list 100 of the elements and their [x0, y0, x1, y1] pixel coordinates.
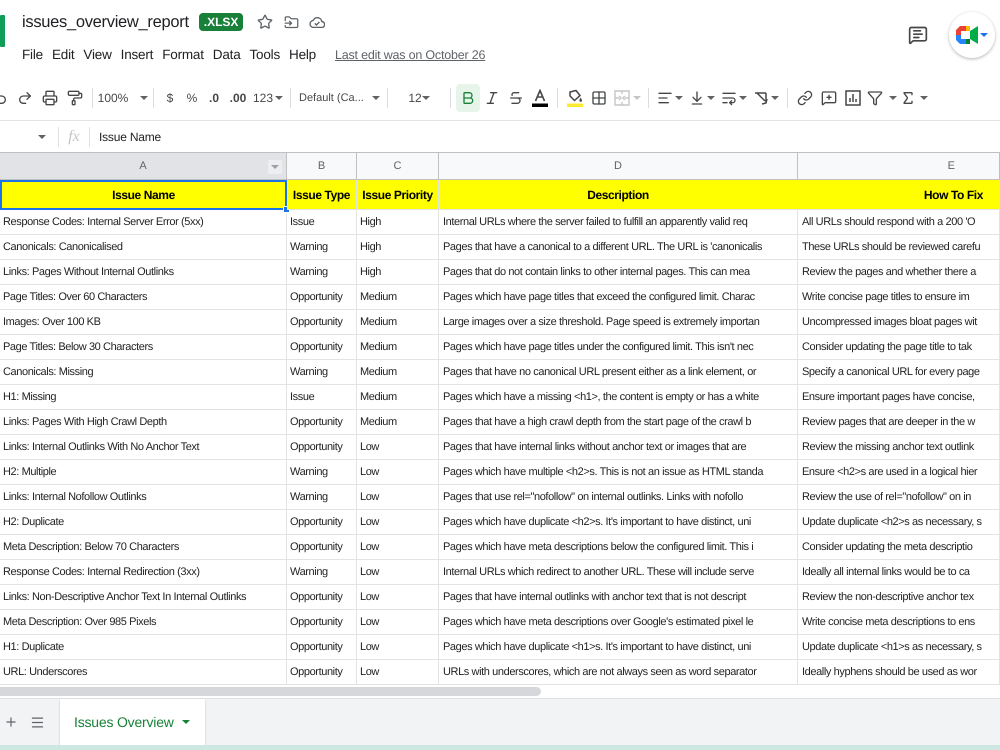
- table-cell[interactable]: Links: Pages Without Internal Outlinks: [0, 260, 287, 285]
- table-cell[interactable]: Links: Non-Descriptive Anchor Text In Internal Outlinks: [0, 585, 287, 610]
- menu-item[interactable]: Data: [212, 44, 240, 66]
- document-title[interactable]: issues_overview_report: [22, 10, 189, 34]
- font-dropdown[interactable]: Default (Ca...: [296, 84, 382, 112]
- decrease-decimal-button[interactable]: .0: [203, 84, 225, 112]
- increase-decimal-button[interactable]: .00: [225, 84, 251, 112]
- menu-item[interactable]: Format: [162, 44, 204, 66]
- table-cell[interactable]: Opportunity: [287, 585, 357, 610]
- table-cell[interactable]: Low: [357, 560, 439, 585]
- currency-button[interactable]: $: [159, 84, 181, 112]
- table-cell[interactable]: High: [357, 260, 439, 285]
- table-cell[interactable]: H2: Duplicate: [0, 510, 287, 535]
- table-cell[interactable]: Low: [357, 510, 439, 535]
- table-cell[interactable]: High: [357, 235, 439, 260]
- column-header[interactable]: C: [357, 153, 439, 180]
- table-cell[interactable]: Meta Description: Below 70 Characters: [0, 535, 287, 560]
- table-cell[interactable]: Pages that have no canonical URL present either as a link element, or: [439, 360, 798, 385]
- header-cell[interactable]: Description: [439, 180, 798, 210]
- menu-item[interactable]: View: [83, 44, 112, 66]
- table-cell[interactable]: Pages which have meta descriptions over Google's estimated pixel le: [439, 610, 798, 635]
- table-cell[interactable]: Pages which have duplicate <h2>s. It's important to have distinct, uni: [439, 510, 798, 535]
- number-format-dropdown[interactable]: 123: [251, 84, 285, 112]
- table-cell[interactable]: URLs with underscores, which are not always seen as word separator: [439, 660, 798, 685]
- header-cell[interactable]: Issue Name: [0, 180, 287, 210]
- table-cell[interactable]: Low: [357, 660, 439, 685]
- table-cell[interactable]: Internal URLs which redirect to another URL. These will include serve: [439, 560, 798, 585]
- table-cell[interactable]: Page Titles: Below 30 Characters: [0, 335, 287, 360]
- table-cell[interactable]: Opportunity: [287, 435, 357, 460]
- table-cell[interactable]: Pages which have duplicate <h1>s. It's important to have distinct, uni: [439, 635, 798, 660]
- table-cell[interactable]: Low: [357, 585, 439, 610]
- table-cell[interactable]: Pages that have a canonical to a different URL. The URL is 'canonicalis: [439, 235, 798, 260]
- table-cell[interactable]: Pages that have internal outlinks with anchor text that is not descript: [439, 585, 798, 610]
- table-cell[interactable]: Review the pages and whether there a: [798, 260, 1000, 285]
- menu-item[interactable]: Insert: [120, 44, 154, 66]
- zoom-dropdown[interactable]: 100%: [98, 84, 148, 112]
- table-cell[interactable]: Ensure important pages have concise,: [798, 385, 1000, 410]
- table-cell[interactable]: Warning: [287, 460, 357, 485]
- table-cell[interactable]: Meta Description: Over 985 Pixels: [0, 610, 287, 635]
- table-cell[interactable]: Internal URLs where the server failed to fulfill an apparently valid req: [439, 210, 798, 235]
- menu-item[interactable]: Tools: [250, 44, 280, 66]
- table-cell[interactable]: Low: [357, 460, 439, 485]
- table-cell[interactable]: H2: Multiple: [0, 460, 287, 485]
- table-cell[interactable]: Review the missing anchor text outlink: [798, 435, 1000, 460]
- table-cell[interactable]: Issue: [287, 385, 357, 410]
- table-cell[interactable]: Low: [357, 535, 439, 560]
- font-size-dropdown[interactable]: 12: [393, 84, 445, 112]
- table-cell[interactable]: Warning: [287, 485, 357, 510]
- table-cell[interactable]: Canonicals: Missing: [0, 360, 287, 385]
- table-cell[interactable]: High: [357, 210, 439, 235]
- table-cell[interactable]: Links: Internal Outlinks With No Anchor Text: [0, 435, 287, 460]
- table-cell[interactable]: Pages which have page titles that exceed the configured limit. Charac: [439, 285, 798, 310]
- table-cell[interactable]: Opportunity: [287, 660, 357, 685]
- table-cell[interactable]: H1: Duplicate: [0, 635, 287, 660]
- table-cell[interactable]: Pages that use rel="nofollow" on internal outlinks. Links with nofollo: [439, 485, 798, 510]
- table-cell[interactable]: Pages which have a missing <h1>, the content is empty or has a white: [439, 385, 798, 410]
- last-edit-link[interactable]: Last edit was on October 26: [334, 46, 486, 64]
- table-cell[interactable]: Review the non-descriptive anchor tex: [798, 585, 1000, 610]
- formula-input[interactable]: Issue Name: [90, 124, 1000, 148]
- table-cell[interactable]: Consider updating the meta descriptio: [798, 535, 1000, 560]
- table-cell[interactable]: Update duplicate <h1>s as necessary, s: [798, 635, 1000, 660]
- table-cell[interactable]: Review the use of rel="nofollow" on in: [798, 485, 1000, 510]
- table-cell[interactable]: Warning: [287, 260, 357, 285]
- video-call-button[interactable]: [949, 12, 995, 58]
- table-cell[interactable]: Pages which have multiple <h2>s. This is not an issue as HTML standa: [439, 460, 798, 485]
- table-cell[interactable]: Page Titles: Over 60 Characters: [0, 285, 287, 310]
- column-header[interactable]: D: [439, 153, 798, 180]
- table-cell[interactable]: Pages that do not contain links to other internal pages. This can mea: [439, 260, 798, 285]
- table-cell[interactable]: Ideally all internal links would be to ca: [798, 560, 1000, 585]
- table-cell[interactable]: Opportunity: [287, 335, 357, 360]
- table-cell[interactable]: Low: [357, 610, 439, 635]
- table-cell[interactable]: Opportunity: [287, 635, 357, 660]
- table-cell[interactable]: Medium: [357, 360, 439, 385]
- scrollbar-thumb[interactable]: [0, 687, 541, 696]
- table-cell[interactable]: Low: [357, 635, 439, 660]
- table-cell[interactable]: Pages which have meta descriptions below the configured limit. This i: [439, 535, 798, 560]
- table-cell[interactable]: Write concise meta descriptions to ens: [798, 610, 1000, 635]
- table-cell[interactable]: All URLs should respond with a 200 'O: [798, 210, 1000, 235]
- table-cell[interactable]: Opportunity: [287, 285, 357, 310]
- table-cell[interactable]: Warning: [287, 560, 357, 585]
- menu-item[interactable]: Edit: [52, 44, 74, 66]
- table-cell[interactable]: Opportunity: [287, 310, 357, 335]
- table-cell[interactable]: Medium: [357, 410, 439, 435]
- header-cell[interactable]: Issue Priority: [357, 180, 439, 210]
- table-cell[interactable]: Low: [357, 435, 439, 460]
- table-cell[interactable]: Medium: [357, 385, 439, 410]
- table-cell[interactable]: Ensure <h2>s are used in a logical hier: [798, 460, 1000, 485]
- bold-button[interactable]: [456, 84, 480, 112]
- table-cell[interactable]: Write concise page titles to ensure im: [798, 285, 1000, 310]
- column-header[interactable]: E: [798, 153, 1000, 180]
- table-cell[interactable]: Opportunity: [287, 410, 357, 435]
- sheet-tab[interactable]: Issues Overview: [60, 699, 205, 745]
- table-cell[interactable]: Medium: [357, 285, 439, 310]
- menu-item[interactable]: File: [22, 44, 43, 66]
- table-cell[interactable]: Medium: [357, 335, 439, 360]
- table-cell[interactable]: Uncompressed images bloat pages wit: [798, 310, 1000, 335]
- column-header[interactable]: A: [0, 153, 287, 180]
- table-cell[interactable]: Review pages that are deeper in the w: [798, 410, 1000, 435]
- header-cell[interactable]: Issue Type: [287, 180, 357, 210]
- table-cell[interactable]: Opportunity: [287, 535, 357, 560]
